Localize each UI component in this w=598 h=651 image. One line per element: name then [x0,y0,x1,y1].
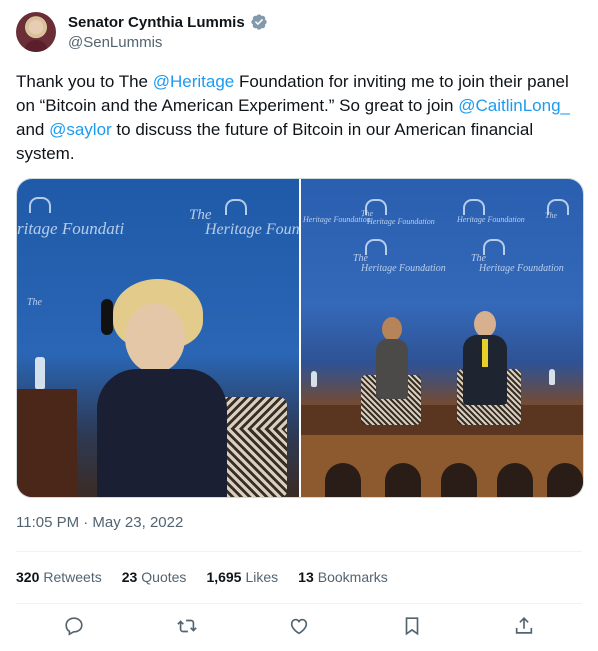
likes-count: 1,695 [206,569,242,585]
tweet-timestamp[interactable]: 11:05 PM · May 23, 2022 [16,514,183,531]
retweet-icon[interactable] [175,614,199,638]
heritage-bell-logo [483,239,505,255]
action-bar [16,614,582,638]
panelist-tie [482,339,488,367]
media-gallery: ritage Foundati The Heritage Foun The He… [16,178,584,498]
avatar[interactable] [16,12,56,52]
like-icon[interactable] [287,614,311,638]
quotes-count: 23 [121,569,138,585]
share-icon[interactable] [512,614,536,638]
divider [16,551,582,552]
heritage-bell-logo [365,239,387,255]
retweets-count: 320 [16,569,40,585]
tweet-text-part: and [16,120,50,139]
logo-fragment-right: Heritage Foun [205,221,299,238]
audience-member [385,463,421,497]
audience-member [441,463,477,497]
photo-panel[interactable]: Heritage Foundation The Heritage Foundat… [301,179,583,497]
panelist-body [376,339,408,399]
mention-heritage[interactable]: @Heritage [153,72,235,91]
mention-caitlinlong[interactable]: @CaitlinLong_ [458,96,570,115]
logo-the-small: The [545,211,557,220]
side-table [17,389,77,497]
likes-label: Likes [245,569,279,585]
reply-icon[interactable] [62,614,86,638]
quotes-stat[interactable]: 23 Quotes [122,569,187,585]
logo-small: Heritage Foundation [457,215,525,224]
logo-the-small: The [27,297,42,308]
heritage-bell-logo [225,199,247,215]
heritage-bell-logo [29,197,51,213]
photo-speaker[interactable]: ritage Foundati The Heritage Foun The [17,179,299,497]
speaker-face [125,303,185,373]
bookmarks-stat[interactable]: 13 Bookmarks [298,569,388,585]
author-row: Senator Cynthia Lummis [68,13,268,31]
heritage-bell-logo [463,199,485,215]
water-bottle [549,369,555,385]
quotes-label: Quotes [141,569,187,585]
microphone-icon [101,299,113,335]
author-name[interactable]: Senator Cynthia Lummis [68,14,245,31]
audience-member [547,463,583,497]
engagement-stats: 320 Retweets 23 Quotes 1,695 Likes 13 Bookma… [16,569,388,585]
bookmarks-count: 13 [298,569,314,585]
logo-medium: Heritage Foundation [479,263,564,274]
water-bottle [311,371,317,387]
likes-stat[interactable]: 1,695 Likes [206,569,278,585]
bookmark-icon[interactable] [400,614,424,638]
logo-medium: Heritage Foundation [361,263,446,274]
bookmarks-label: Bookmarks [317,569,388,585]
speaker-body [97,369,227,497]
audience-member [497,463,533,497]
retweets-label: Retweets [43,569,102,585]
logo-fragment-left: ritage Foundati [17,219,125,238]
tweet-text-part: Thank you to The [16,72,153,91]
panelist-face [382,317,402,341]
panelist-face [474,311,496,337]
water-bottle [35,357,45,389]
mention-saylor[interactable]: @saylor [49,120,112,139]
retweets-stat[interactable]: 320 Retweets [16,569,102,585]
tweet-text: Thank you to The @Heritage Foundation fo… [16,70,588,166]
author-handle[interactable]: @SenLummis [68,34,162,51]
verified-badge-icon[interactable] [250,13,268,31]
divider [16,603,582,604]
stage [301,405,583,435]
logo-small: Heritage Foundation [367,217,435,226]
audience-member [325,463,361,497]
